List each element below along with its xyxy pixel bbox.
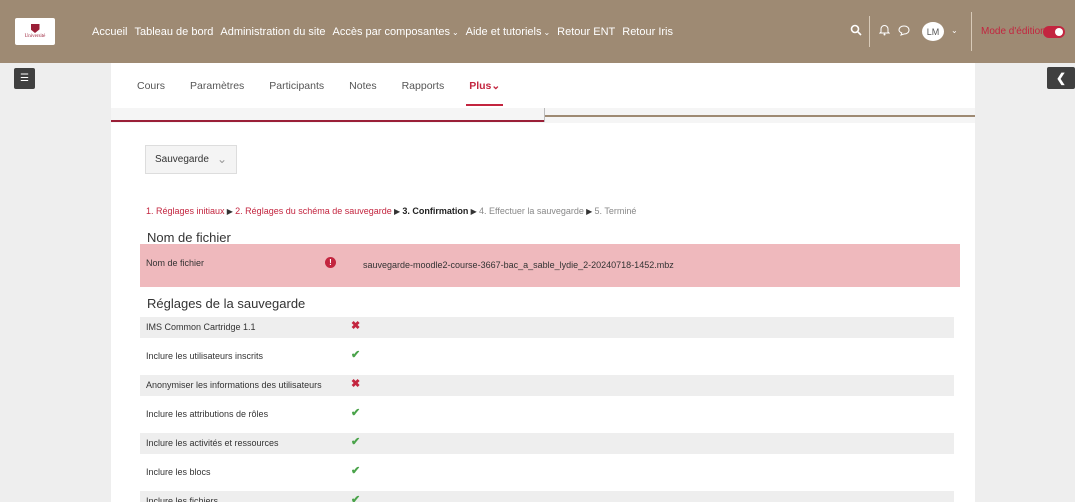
- tab-label: Plus: [469, 79, 492, 92]
- university-logo[interactable]: Université: [15, 18, 55, 45]
- main-content: Cours Paramètres Participants Notes Rapports…: [111, 63, 975, 502]
- step-1[interactable]: 1. Réglages initiaux: [146, 206, 225, 216]
- nav-item-label: Administration du site: [220, 25, 326, 38]
- chevron-left-icon: ❮: [1055, 71, 1067, 85]
- user-menu-chevron-icon[interactable]: ⌄: [951, 26, 958, 35]
- setting-label: IMS Common Cartridge 1.1: [146, 322, 256, 332]
- edit-mode-label: Mode d'édition: [981, 26, 1046, 37]
- chevron-down-icon: ⌄: [451, 27, 459, 37]
- check-icon: ✔: [351, 494, 361, 502]
- step-arrow-icon: ▶: [391, 207, 403, 216]
- nav-item[interactable]: Retour Iris: [622, 26, 673, 38]
- primary-menu: Accueil Tableau de bord Administration du …: [92, 0, 680, 63]
- settings-row: Inclure les utilisateurs inscrits ✔: [140, 346, 954, 367]
- setting-label: Inclure les utilisateurs inscrits: [146, 351, 264, 361]
- step-arrow-icon: ▶: [224, 207, 236, 216]
- action-select-value: Sauvegarde: [155, 154, 209, 165]
- step-4: 4. Effectuer la sauvegarde: [479, 206, 584, 216]
- nav-divider: [869, 16, 870, 47]
- chat-icon[interactable]: [898, 24, 910, 39]
- tab-more[interactable]: Plus ⌄: [466, 63, 504, 108]
- cross-icon: ✖: [351, 320, 361, 332]
- tab-label: Rapports: [401, 79, 445, 92]
- settings-row: IMS Common Cartridge 1.1 ✖: [140, 317, 954, 338]
- tab-paramètres[interactable]: Paramètres: [190, 63, 244, 108]
- cross-icon: ✖: [351, 378, 361, 390]
- check-icon: ✔: [351, 349, 361, 361]
- bell-icon[interactable]: [878, 24, 891, 39]
- tab-label: Paramètres: [190, 79, 245, 92]
- search-icon[interactable]: [850, 24, 862, 39]
- course-secondary-nav: Cours Paramètres Participants Notes Rapports…: [111, 63, 975, 108]
- filename-heading: Nom de fichier: [147, 230, 231, 245]
- crest-icon: [30, 24, 40, 33]
- progress-bar-brown: [544, 115, 975, 117]
- edit-mode-toggle[interactable]: [1043, 26, 1065, 38]
- settings-row: Anonymiser les informations des utilisat…: [140, 375, 954, 396]
- tab-label: Participants: [269, 79, 325, 92]
- logo-text: Université: [24, 34, 46, 39]
- user-avatar[interactable]: LM: [922, 22, 944, 41]
- chevron-down-icon: ⌄: [491, 79, 501, 92]
- block-drawer-button[interactable]: ❮: [1047, 67, 1075, 89]
- check-icon: ✔: [351, 465, 361, 477]
- nav-item[interactable]: Tableau de bord: [134, 26, 213, 38]
- tab-label: Notes: [349, 79, 377, 92]
- check-icon: ✔: [351, 407, 361, 419]
- nav-item-label: Retour ENT: [557, 25, 616, 38]
- nav-item[interactable]: Accueil: [92, 26, 127, 38]
- drawer-toggle-button[interactable]: ☰: [14, 68, 35, 89]
- filename-row: Nom de fichier ! sauvegarde-moodle2-cour…: [140, 244, 960, 287]
- settings-row: Inclure les attributions de rôles ✔: [140, 404, 954, 425]
- chevron-down-icon: ⌄: [216, 152, 227, 166]
- nav-item-label: Accès par composantes: [332, 25, 450, 38]
- nav-item[interactable]: Administration du site: [220, 26, 325, 38]
- tab-participants[interactable]: Participants: [269, 63, 324, 108]
- nav-divider: [971, 12, 972, 51]
- nav-item-label: Retour Iris: [622, 25, 673, 38]
- setting-label: Inclure les blocs: [146, 467, 211, 477]
- settings-heading: Réglages de la sauvegarde: [147, 296, 306, 311]
- step-3: 3. Confirmation: [402, 206, 469, 216]
- filename-label: Nom de fichier: [146, 258, 205, 268]
- settings-row: Inclure les fichiers ✔: [140, 491, 954, 502]
- tab-cours[interactable]: Cours: [137, 63, 165, 108]
- setting-label: Anonymiser les informations des utilisat…: [146, 380, 322, 390]
- top-navbar: Université Accueil Tableau de bord Adminis…: [0, 0, 1075, 63]
- setting-label: Inclure les fichiers: [146, 496, 219, 502]
- error-icon[interactable]: !: [325, 257, 336, 268]
- step-arrow-icon: ▶: [468, 207, 480, 216]
- setting-label: Inclure les activités et ressources: [146, 438, 279, 448]
- chevron-down-icon: ⌄: [543, 27, 551, 37]
- menu-icon: ☰: [20, 73, 29, 84]
- settings-row: Inclure les blocs ✔: [140, 462, 954, 483]
- progress-divider: [544, 108, 545, 122]
- backup-steps-breadcrumb: 1. Réglages initiaux ▶ 2. Réglages du sc…: [146, 206, 636, 216]
- step-5: 5. Terminé: [594, 206, 637, 216]
- progress-bar-red: [111, 120, 544, 122]
- nav-item[interactable]: Aide et tutoriels ⌄: [466, 26, 551, 38]
- step-arrow-icon: ▶: [583, 207, 595, 216]
- tab-notes[interactable]: Notes: [349, 63, 376, 108]
- nav-item[interactable]: Retour ENT: [557, 26, 615, 38]
- nav-item[interactable]: Accès par composantes ⌄: [333, 26, 459, 38]
- nav-item-label: Accueil: [92, 25, 128, 38]
- action-select[interactable]: Sauvegarde ⌄: [145, 145, 237, 174]
- check-icon: ✔: [351, 436, 361, 448]
- step-2[interactable]: 2. Réglages du schéma de sauvegarde: [235, 206, 392, 216]
- nav-item-label: Aide et tutoriels: [465, 25, 542, 38]
- settings-row: Inclure les activités et ressources ✔: [140, 433, 954, 454]
- filename-value: sauvegarde-moodle2-course-3667-bac_a_sab…: [363, 260, 674, 270]
- setting-label: Inclure les attributions de rôles: [146, 409, 269, 419]
- tab-rapports[interactable]: Rapports: [402, 63, 445, 108]
- nav-item-label: Tableau de bord: [134, 25, 214, 38]
- tab-label: Cours: [137, 79, 166, 92]
